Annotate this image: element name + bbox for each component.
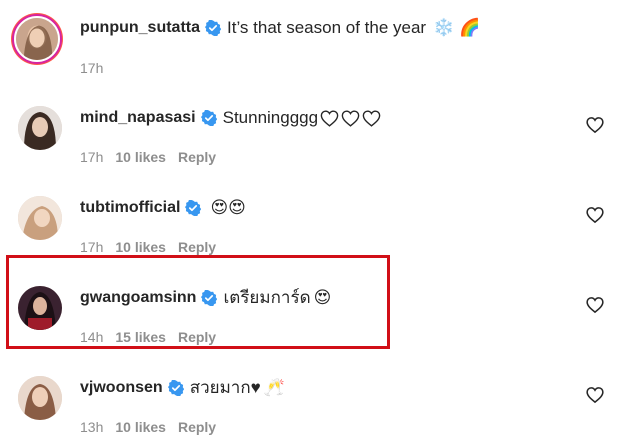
like-heart-icon[interactable] [586,296,604,314]
comment-emoji: ❄️ 🌈 [433,18,481,37]
verified-badge-icon [200,110,217,126]
avatar-image [16,18,58,60]
comment-time: 13h [80,419,104,435]
reply-button[interactable]: Reply [178,239,216,255]
username[interactable]: mind_napasasi [80,107,196,129]
comment-time: 17h [80,60,104,76]
like-heart-icon[interactable] [586,386,604,404]
comment-time: 17h [80,239,104,255]
comment-time: 17h [80,149,104,165]
likes-count[interactable]: 10 likes [115,419,166,435]
verified-badge-icon [205,20,221,36]
username[interactable]: tubtimofficial [80,197,180,219]
avatar[interactable] [18,286,62,330]
like-heart-icon[interactable] [586,116,604,134]
avatar[interactable] [18,376,62,420]
avatar-image [18,286,62,330]
username[interactable]: vjwoonsen [80,377,163,399]
verified-badge-icon [201,290,218,306]
comment-text: It’s that season of the year [227,18,427,37]
comment-emoji: 🥂 [263,378,285,397]
avatar-image [18,376,62,420]
likes-count[interactable]: 10 likes [115,239,166,255]
heart-outline-icon [341,110,360,127]
username[interactable]: gwangoamsinn [80,287,196,309]
heart-outline-icon [362,110,381,127]
comment-emoji: 😍 [313,288,332,307]
comment-text: เตรียมการ์ด [223,288,311,307]
verified-badge-icon [167,380,184,396]
username[interactable]: punpun_sutatta [80,17,200,39]
avatar-image [18,196,62,240]
avatar[interactable] [18,106,62,150]
heart-outline-icon [320,110,339,127]
comment-emoji: 😍😍 [210,198,246,217]
reply-button[interactable]: Reply [178,149,216,165]
comment-text: สวยมาก♥ [189,378,261,397]
reply-button[interactable]: Reply [178,329,216,345]
like-heart-icon[interactable] [586,206,604,224]
comment-text: Stunningggg [222,108,319,127]
verified-badge-icon [185,200,202,216]
likes-count[interactable]: 10 likes [115,149,166,165]
avatar[interactable] [18,196,62,240]
avatar[interactable] [14,16,60,62]
comment-time: 14h [80,329,104,345]
likes-count[interactable]: 15 likes [115,329,166,345]
reply-button[interactable]: Reply [178,419,216,435]
white-heart-emoji-icons [318,107,381,129]
avatar-image [18,106,62,150]
